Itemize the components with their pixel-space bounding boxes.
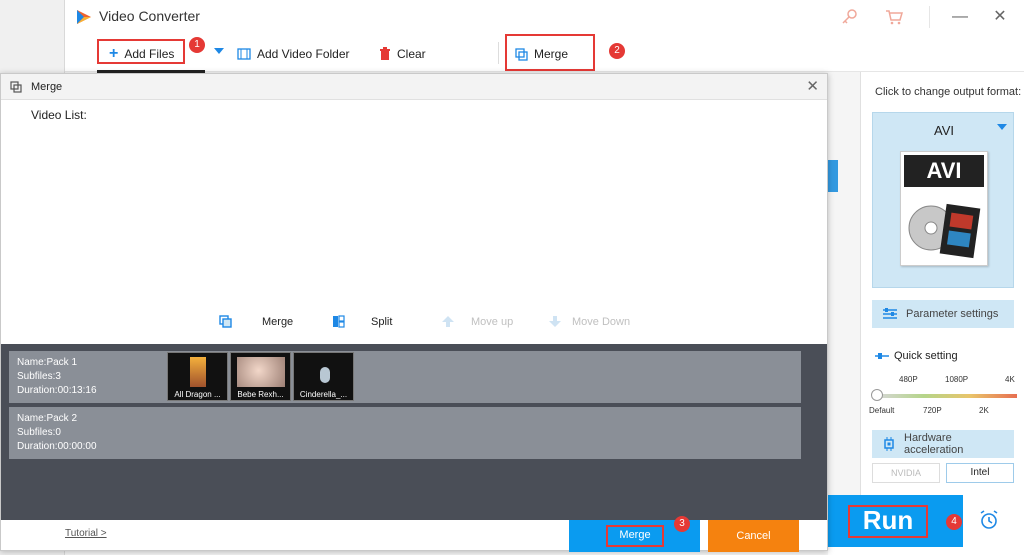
move-up-button[interactable]: Move up: [441, 312, 513, 332]
tick-2k: 2K: [979, 406, 989, 415]
quick-setting-heading: Quick setting: [875, 350, 958, 362]
step-2-highlight: [505, 34, 595, 71]
step-3-badge: 3: [674, 516, 690, 532]
avi-format-box-label: AVI: [904, 155, 984, 187]
toolbar-divider: [498, 42, 499, 64]
split-icon: [333, 315, 345, 328]
quick-setting-label: Quick setting: [894, 350, 958, 362]
app-title: Video Converter: [99, 8, 200, 24]
video-list-label: Video List:: [31, 108, 87, 122]
thumbnail-caption: All Dragon ...: [174, 390, 221, 399]
video-thumbnail[interactable]: Cinderella_...: [293, 352, 354, 401]
toolbar: + Add Files 1 Add Video Folder Clear Mer…: [65, 34, 1024, 72]
run-button[interactable]: Run: [828, 495, 963, 547]
step-1-highlight: [97, 39, 185, 64]
run-bar: Run 4: [828, 495, 1024, 555]
parameter-settings-button[interactable]: Parameter settings: [872, 300, 1014, 328]
merge-icon: [10, 81, 22, 93]
pack-info: Name:Pack 2 Subfiles:0 Duration:00:00:00: [17, 412, 97, 454]
split-tool-label: Split: [371, 316, 393, 328]
split-tool-button[interactable]: Split: [332, 312, 392, 332]
quality-slider[interactable]: 480P 1080P 4K Default 720P 2K: [869, 370, 1021, 418]
app-logo-icon: [77, 10, 91, 24]
thumbnail-caption: Bebe Rexh...: [237, 390, 284, 399]
title-bar: Video Converter — ✕: [65, 0, 1024, 34]
format-dropdown-icon: [997, 124, 1007, 130]
tick-default: Default: [869, 406, 895, 415]
close-button[interactable]: ✕: [987, 6, 1013, 28]
pack-list: Name:Pack 1 Subfiles:3 Duration:00:13:16…: [1, 344, 827, 520]
dialog-title: Merge: [31, 81, 63, 93]
tick-480p: 480P: [899, 375, 918, 384]
trash-icon: [380, 47, 390, 60]
video-thumbnail[interactable]: All Dragon ...: [167, 352, 228, 401]
nvidia-option[interactable]: NVIDIA: [872, 463, 940, 483]
slider-track: [877, 394, 1017, 398]
hardware-acceleration-label: Hardware acceleration: [904, 432, 964, 456]
alarm-clock-icon[interactable]: [978, 509, 1000, 531]
step-2-badge: 2: [609, 43, 625, 59]
pack-subfiles: Subfiles:3: [17, 371, 61, 382]
pack-name: Name:Pack 1: [17, 357, 78, 368]
output-format-selector[interactable]: AVI AVI: [872, 112, 1014, 288]
dialog-title-bar: Merge ✕: [1, 74, 827, 100]
merge-tool-button[interactable]: Merge: [219, 312, 293, 332]
tick-4k: 4K: [1005, 375, 1015, 384]
minimize-button[interactable]: —: [947, 6, 973, 28]
merge-icon: [219, 315, 232, 328]
thumbnail-caption: Cinderella_...: [299, 390, 348, 399]
output-format-name: AVI: [934, 123, 954, 138]
arrow-up-icon: [442, 316, 454, 327]
add-video-folder-label: Add Video Folder: [257, 47, 350, 61]
move-up-label: Move up: [471, 316, 514, 328]
hardware-acceleration-button[interactable]: Hardware acceleration: [872, 430, 1014, 458]
dialog-close-button[interactable]: ✕: [806, 77, 819, 95]
merge-dialog: Merge ✕ Video List: Merge Split Move up: [0, 73, 828, 552]
chip-icon: [884, 437, 894, 451]
tick-720p: 720P: [923, 406, 942, 415]
step-4-highlight: [848, 505, 928, 538]
step-1-badge: 1: [189, 37, 205, 53]
merge-tool-label: Merge: [262, 316, 294, 328]
arrow-down-icon: [549, 316, 561, 327]
avi-format-icon: AVI: [900, 151, 988, 266]
output-format-label: Click to change output format:: [875, 86, 1022, 98]
step-3-highlight: [606, 525, 664, 547]
selected-row-edge: [828, 160, 838, 192]
add-files-dropdown-icon[interactable]: [214, 48, 224, 54]
tutorial-link[interactable]: Tutorial >: [65, 528, 107, 539]
pack-info: Name:Pack 1 Subfiles:3 Duration:00:13:16: [17, 356, 97, 398]
add-video-folder-button[interactable]: Add Video Folder: [237, 42, 350, 66]
dialog-toolbar: Merge Split Move up Move Down: [1, 310, 827, 334]
parameter-settings-label: Parameter settings: [906, 308, 999, 320]
output-panel: Click to change output format: AVI AVI P…: [860, 72, 1024, 495]
pack-name: Name:Pack 2: [17, 413, 78, 424]
tick-1080p: 1080P: [945, 375, 969, 384]
cart-icon[interactable]: [883, 7, 905, 27]
clear-label: Clear: [397, 47, 426, 61]
sliders-icon: [883, 308, 897, 319]
pack-row[interactable]: Name:Pack 2 Subfiles:0 Duration:00:00:00: [9, 407, 801, 459]
pack-duration: Duration:00:13:16: [17, 385, 97, 396]
clear-button[interactable]: Clear: [379, 42, 426, 66]
move-down-label: Move Down: [572, 316, 631, 328]
video-thumbnail[interactable]: Bebe Rexh...: [230, 352, 291, 401]
disc-film-icon: [908, 203, 981, 259]
pack-subfiles: Subfiles:0: [17, 427, 61, 438]
cancel-button[interactable]: Cancel: [708, 520, 799, 552]
step-4-badge: 4: [946, 514, 962, 530]
film-folder-icon: [237, 48, 251, 60]
dialog-footer: Tutorial > Merge 3 Cancel: [1, 516, 827, 552]
pack-duration: Duration:00:00:00: [17, 441, 97, 452]
intel-option[interactable]: Intel: [946, 463, 1014, 483]
slider-knob[interactable]: [871, 389, 883, 401]
quick-setting-icon: [875, 353, 889, 359]
move-down-button[interactable]: Move Down: [548, 312, 630, 332]
key-icon[interactable]: [839, 7, 861, 27]
pack-row[interactable]: Name:Pack 1 Subfiles:3 Duration:00:13:16…: [9, 351, 801, 403]
